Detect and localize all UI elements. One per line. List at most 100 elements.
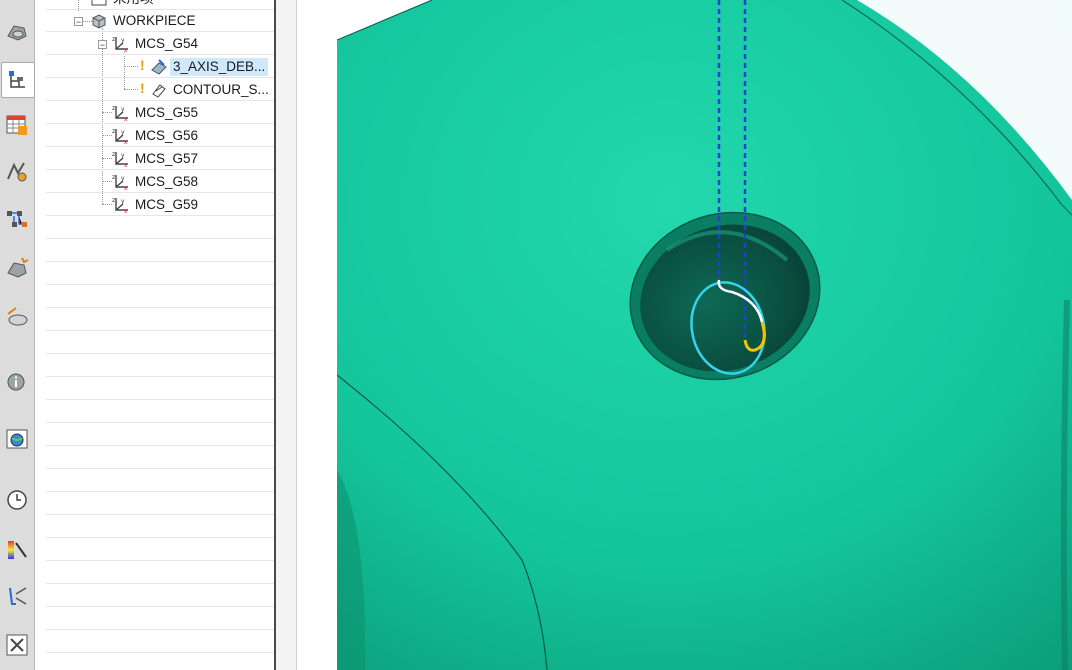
part-icon[interactable] bbox=[3, 16, 31, 46]
program-order-icon[interactable] bbox=[3, 205, 31, 235]
tree-node-label: 3_AXIS_DEB... bbox=[170, 58, 269, 76]
svg-text:z: z bbox=[112, 197, 115, 204]
mcs-icon: yx z bbox=[112, 173, 130, 192]
empty-tree-row bbox=[46, 309, 274, 331]
svg-text:y: y bbox=[121, 152, 125, 159]
tree-node[interactable]: 未用项 bbox=[90, 0, 157, 8]
svg-text:y: y bbox=[121, 198, 125, 205]
tree-node-contour[interactable]: CONTOUR_S... bbox=[150, 81, 272, 99]
tree-node-mcs-g57[interactable]: yx z MCS_G57 bbox=[112, 150, 201, 169]
empty-tree-row bbox=[46, 562, 274, 584]
empty-tree-row bbox=[46, 631, 274, 653]
empty-tree-row bbox=[46, 378, 274, 400]
tree-node-label: CONTOUR_S... bbox=[173, 82, 269, 97]
geometry-icon bbox=[90, 0, 108, 8]
tree-row[interactable]: yx z MCS_G59 bbox=[46, 194, 274, 216]
tree-node-3-axis-deburr[interactable]: 3_AXIS_DEB... bbox=[150, 58, 269, 76]
tree-row[interactable]: yx z MCS_G55 bbox=[46, 102, 274, 124]
utilities-icon[interactable] bbox=[3, 630, 31, 660]
tool-icon[interactable] bbox=[3, 582, 31, 612]
history-icon[interactable] bbox=[3, 485, 31, 515]
part-render[interactable] bbox=[337, 0, 1072, 670]
graphics-viewport[interactable] bbox=[337, 0, 1072, 670]
viewport-margin bbox=[297, 0, 337, 670]
tree-node-mcs-g59[interactable]: yx z MCS_G59 bbox=[112, 196, 201, 215]
tree-node-mcs-g54[interactable]: yx z MCS_G54 bbox=[112, 35, 201, 54]
mcs-icon: yx z bbox=[112, 104, 130, 123]
svg-text:y: y bbox=[121, 106, 125, 113]
tree-node-label: WORKPIECE bbox=[113, 13, 196, 28]
palette-icon[interactable] bbox=[3, 535, 31, 565]
svg-text:y: y bbox=[121, 175, 125, 182]
tree-node-label: MCS_G56 bbox=[135, 128, 199, 143]
empty-tree-row bbox=[46, 401, 274, 423]
browser-icon[interactable] bbox=[3, 424, 31, 454]
svg-text:x: x bbox=[124, 162, 128, 168]
tree-node-label: 未用项 bbox=[110, 0, 157, 8]
empty-tree-row bbox=[46, 493, 274, 515]
tree-row[interactable]: yx z MCS_G56 bbox=[46, 125, 274, 147]
tree-node-workpiece[interactable]: WORKPIECE bbox=[90, 12, 199, 30]
empty-tree-row bbox=[46, 470, 274, 492]
mcs-icon: yx z bbox=[112, 35, 130, 54]
tree-row[interactable]: − yx z MCS_G54 bbox=[46, 33, 274, 55]
info-icon[interactable] bbox=[3, 366, 31, 396]
tree-row[interactable]: − WORKPIECE bbox=[46, 10, 274, 32]
empty-tree-row bbox=[46, 263, 274, 285]
empty-tree-row bbox=[46, 240, 274, 262]
tree-node-label: MCS_G54 bbox=[135, 36, 199, 51]
svg-text:z: z bbox=[112, 36, 115, 43]
tree-node-mcs-g58[interactable]: yx z MCS_G58 bbox=[112, 173, 201, 192]
svg-text:x: x bbox=[124, 185, 128, 191]
operation-icon bbox=[150, 81, 168, 99]
empty-tree-row bbox=[46, 516, 274, 538]
empty-tree-row bbox=[46, 332, 274, 354]
svg-text:x: x bbox=[124, 139, 128, 145]
empty-tree-row bbox=[46, 424, 274, 446]
operation-icon bbox=[150, 58, 168, 76]
warning-mark-icon: ! bbox=[140, 57, 145, 73]
empty-tree-row bbox=[46, 286, 274, 308]
tool-path-icon[interactable] bbox=[3, 157, 31, 187]
tree-node-mcs-g55[interactable]: yx z MCS_G55 bbox=[112, 104, 201, 123]
machine-tool-icon[interactable] bbox=[3, 110, 31, 140]
operation-navigator-tree: 未用项 − WORKPIECE − yxz MCS_G54 ! 3_AXIS_D… bbox=[46, 0, 276, 670]
svg-text:x: x bbox=[124, 208, 128, 214]
warning-mark-icon: ! bbox=[140, 80, 145, 96]
collapse-toggle[interactable]: − bbox=[98, 40, 107, 50]
collapse-toggle[interactable]: − bbox=[74, 17, 83, 27]
panel-splitter[interactable] bbox=[276, 0, 297, 670]
tree-node-label: MCS_G55 bbox=[135, 105, 199, 120]
svg-text:z: z bbox=[112, 128, 115, 135]
tree-row[interactable]: yx z MCS_G57 bbox=[46, 148, 274, 170]
svg-text:z: z bbox=[112, 174, 115, 181]
empty-tree-row bbox=[46, 608, 274, 630]
tree-row[interactable]: yx z MCS_G58 bbox=[46, 171, 274, 193]
mcs-icon: yx z bbox=[112, 150, 130, 169]
svg-text:y: y bbox=[121, 129, 125, 136]
tree-row[interactable]: ! 3_AXIS_DEB... bbox=[46, 56, 274, 78]
empty-tree-row bbox=[46, 585, 274, 607]
feature-icon[interactable] bbox=[3, 253, 31, 283]
svg-text:x: x bbox=[124, 47, 128, 53]
svg-text:z: z bbox=[112, 151, 115, 158]
svg-text:y: y bbox=[121, 37, 125, 44]
svg-text:z: z bbox=[112, 105, 115, 112]
tree-row[interactable]: 未用项 bbox=[46, 0, 274, 10]
empty-tree-row bbox=[46, 447, 274, 469]
tree-node-label: MCS_G59 bbox=[135, 197, 199, 212]
empty-tree-row bbox=[46, 355, 274, 377]
resource-toolbar bbox=[0, 0, 35, 670]
workpiece-icon bbox=[90, 12, 108, 30]
tree-row[interactable]: ! CONTOUR_S... bbox=[46, 79, 274, 101]
tree-node-mcs-g56[interactable]: yx z MCS_G56 bbox=[112, 127, 201, 146]
mcs-icon: yx z bbox=[112, 196, 130, 215]
mcs-icon: yx z bbox=[112, 127, 130, 146]
tree-node-label: MCS_G58 bbox=[135, 174, 199, 189]
tree-node-label: MCS_G57 bbox=[135, 151, 199, 166]
part-edge-shade bbox=[1060, 299, 1070, 670]
empty-tree-row bbox=[46, 654, 274, 670]
cutting-icon[interactable] bbox=[3, 302, 31, 332]
operation-navigator-icon[interactable] bbox=[1, 62, 35, 98]
empty-tree-row bbox=[46, 217, 274, 239]
